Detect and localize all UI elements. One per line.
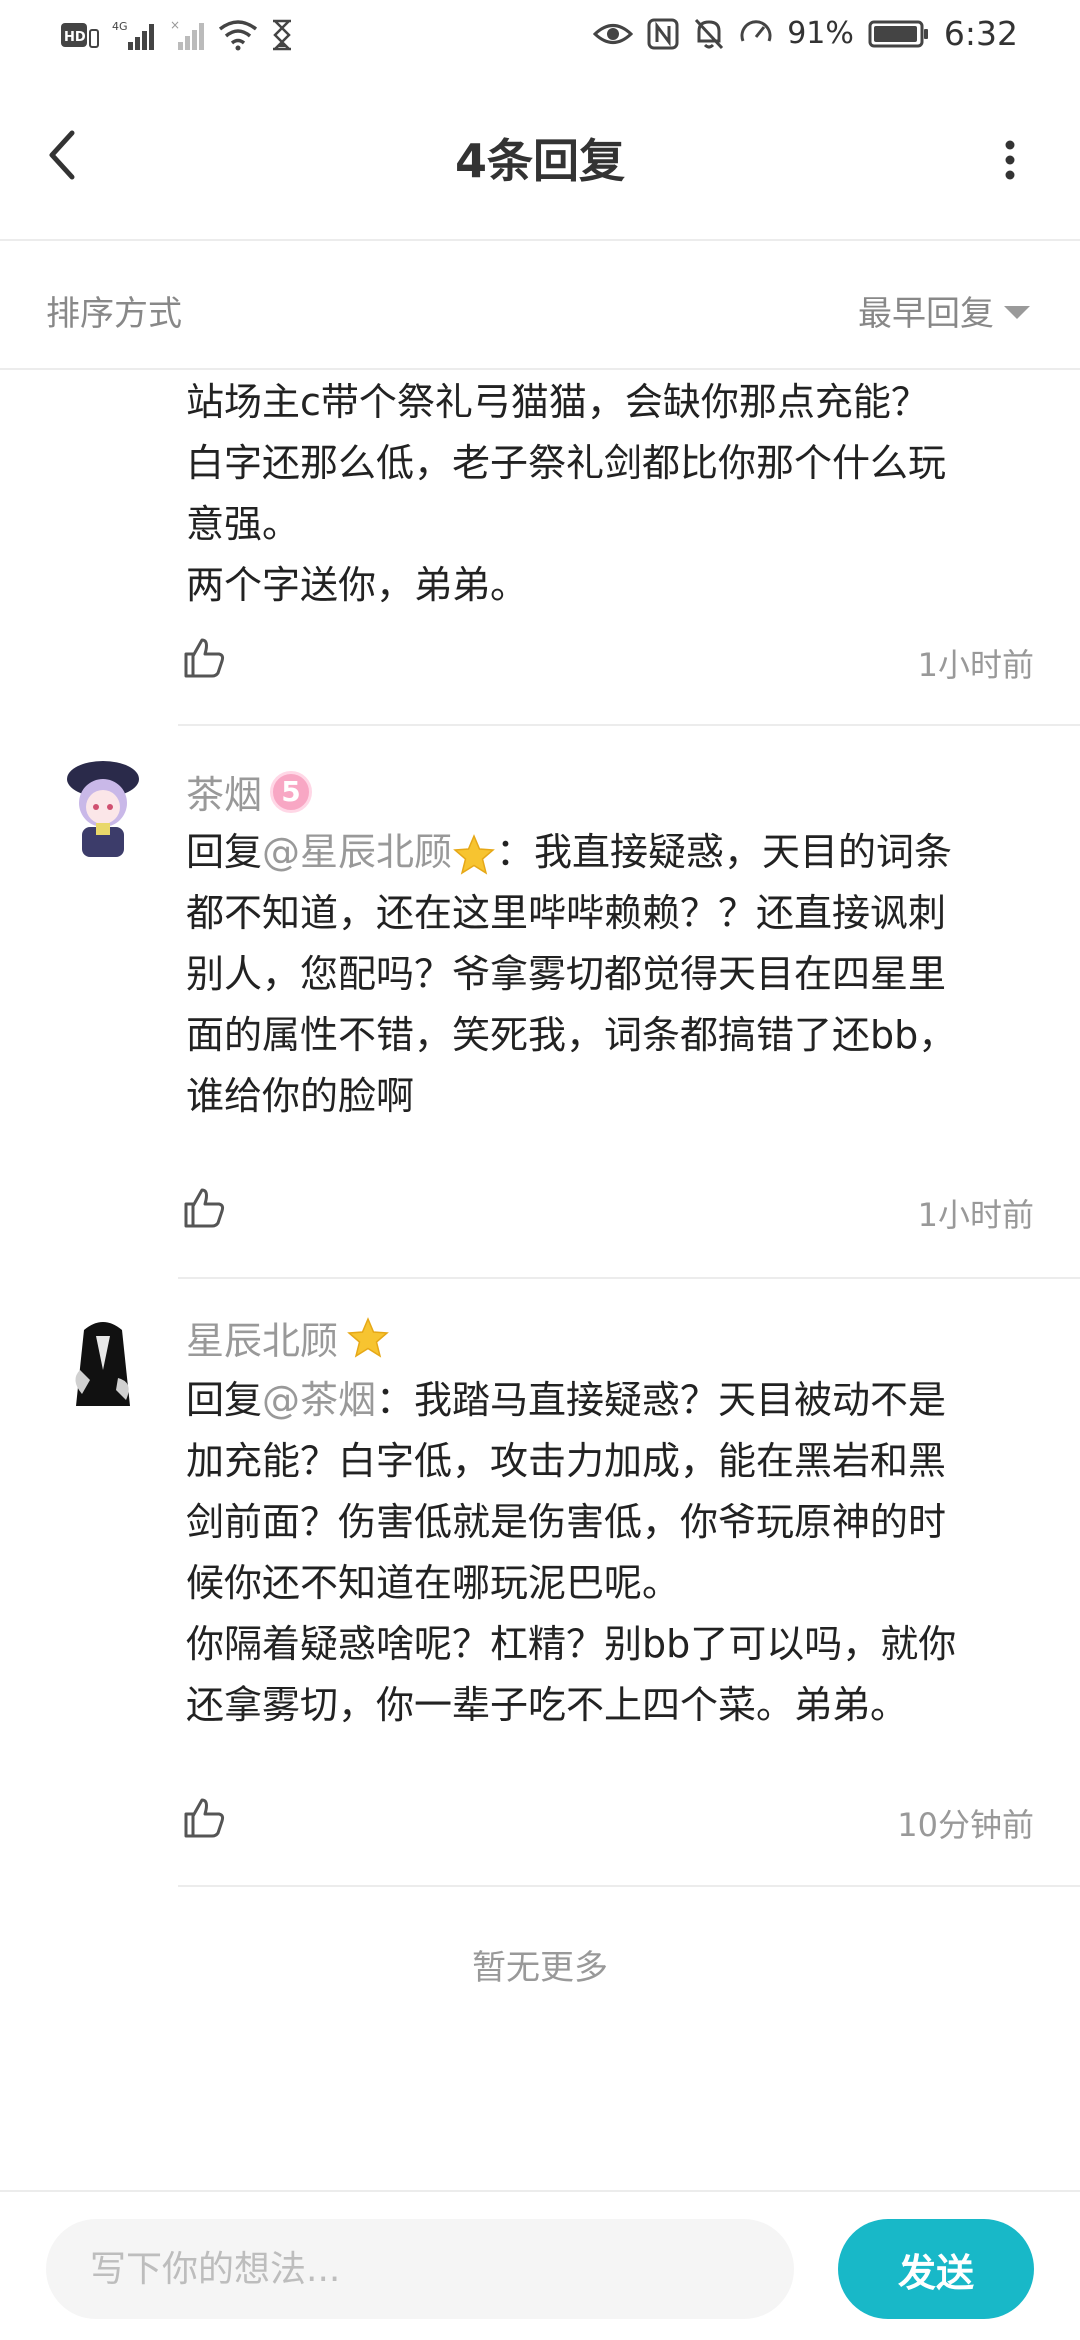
thumbs-up-icon[interactable] — [180, 1184, 228, 1232]
avatar[interactable] — [60, 757, 146, 865]
battery-percentage: 91% — [787, 16, 854, 51]
divider — [178, 1277, 1080, 1279]
reply-item: 茶烟 5 回复@星辰北顾 ：我直接疑惑，天目的词条 都不知道，还在这里哔哔赖赖？？… — [0, 727, 1080, 1282]
svg-text:×: × — [170, 18, 180, 32]
wifi-icon — [218, 20, 258, 51]
hd-icon: HD — [61, 23, 99, 48]
comment-input-bar: 发送 — [0, 2190, 1080, 2340]
send-button[interactable]: 发送 — [838, 2219, 1034, 2319]
status-left-icons: HD 4G × — [60, 18, 294, 52]
reply-time: 1小时前 — [917, 1196, 1034, 1234]
reply-footer: 10分钟前 — [0, 1782, 1080, 1862]
thumbs-up-icon[interactable] — [180, 1794, 228, 1842]
eye-icon — [593, 23, 634, 44]
status-right-icons: 91% 6:32 — [593, 14, 1018, 53]
hourglass-icon — [273, 19, 291, 51]
caret-down-icon — [1004, 306, 1030, 319]
reply-content: 回复@茶烟：我踏马直接疑惑？天目被动不是 加充能？白字低，攻击力加成，能在黑岩和… — [186, 1378, 957, 1727]
reply-content: 回复@星辰北顾 ：我直接疑惑，天目的词条 都不知道，还在这里哔哔赖赖？？还直接讽刺… — [186, 830, 957, 1118]
divider — [178, 1885, 1080, 1887]
thumbs-up-icon[interactable] — [180, 634, 228, 682]
more-vertical-icon — [1005, 140, 1015, 180]
svg-text:HD: HD — [64, 30, 86, 45]
avatar[interactable] — [60, 1310, 146, 1418]
status-bar: HD 4G × 91% 6:32 — [0, 0, 1080, 75]
more-options-button[interactable] — [1000, 135, 1020, 185]
level-badge: 5 — [270, 770, 313, 813]
reply-content: 站场主c带个祭礼弓猫猫，会缺你那点充能？ 白字还那么低，老子祭礼剑都比你那个什么… — [186, 380, 947, 607]
reply-footer: 1小时前 — [0, 622, 1080, 702]
4g-signal-icon: 4G — [112, 20, 154, 50]
username[interactable]: 茶烟 5 — [186, 764, 313, 819]
star-icon — [347, 1316, 389, 1358]
sort-dropdown[interactable]: 最早回复 — [858, 286, 1030, 335]
sort-label: 排序方式 — [46, 294, 182, 334]
speed-icon — [740, 19, 772, 42]
divider — [178, 724, 1080, 726]
reply-time: 1小时前 — [917, 646, 1034, 684]
sort-bar: 排序方式 最早回复 — [0, 242, 1080, 370]
reply-footer: 1小时前 — [0, 1172, 1080, 1252]
top-app-bar: 4条回复 — [0, 75, 1080, 241]
clock: 6:32 — [943, 14, 1018, 53]
no-more-label: 暂无更多 — [472, 1948, 608, 1988]
battery-icon — [868, 20, 928, 47]
username[interactable]: 星辰北顾 — [186, 1310, 390, 1365]
reply-time: 10分钟前 — [897, 1806, 1034, 1844]
mention-link[interactable]: @星辰北顾 — [262, 830, 452, 874]
comment-input[interactable] — [46, 2219, 794, 2319]
page-title: 4条回复 — [454, 134, 625, 188]
mention-link[interactable]: @茶烟 — [262, 1378, 376, 1422]
nfc-icon — [647, 18, 679, 49]
reply-item: 星辰北顾 回复@茶烟：我踏马直接疑惑？天目被动不是 加充能？白字低，攻击力加成，… — [0, 1282, 1080, 1897]
signal-icon: × — [170, 18, 204, 50]
reply-item: 站场主c带个祭礼弓猫猫，会缺你那点充能？ 白字还那么低，老子祭礼剑都比你那个什么… — [0, 372, 1080, 727]
sort-selected-value: 最早回复 — [858, 294, 994, 334]
star-icon — [453, 833, 495, 875]
svg-text:4G: 4G — [112, 20, 128, 33]
mute-icon — [695, 18, 724, 49]
